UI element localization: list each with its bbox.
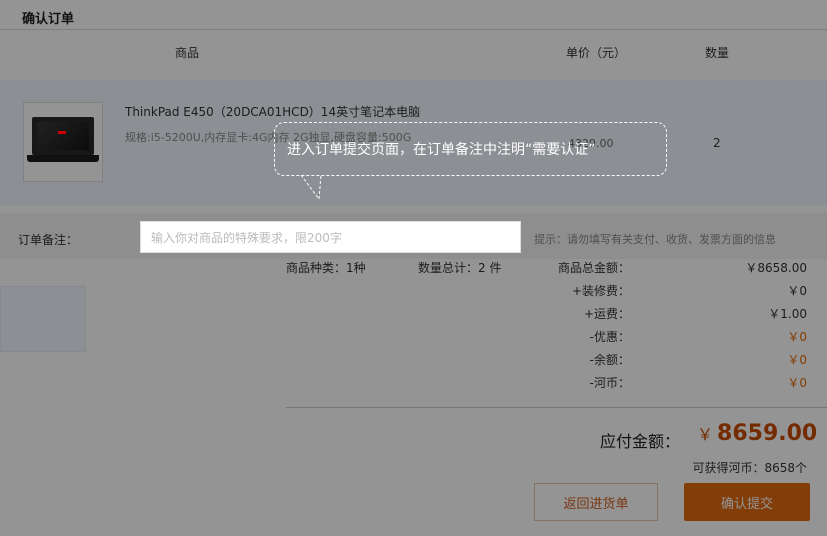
product-quantity: 2 [713, 136, 721, 150]
payable-amount: ￥ 8659.00 [697, 421, 817, 446]
back-to-cart-button[interactable]: 返回进货单 [534, 483, 658, 521]
laptop-base [27, 155, 99, 162]
section-header: 确认订单 [0, 0, 827, 30]
table-header: 商品 单价（元） 数量 [0, 30, 827, 74]
order-confirm-page: 确认订单 商品 单价（元） 数量 ThinkPad E450（20DCA01HC… [0, 0, 827, 536]
payable-label: 应付金额： [600, 432, 681, 451]
header-unit-price: 单价（元） [566, 46, 627, 60]
summary-value: ￥0 [787, 284, 807, 298]
bubble-tail-icon [300, 175, 322, 201]
summary-label: -优惠： [589, 330, 630, 344]
confirm-submit-button[interactable]: 确认提交 [684, 483, 810, 521]
product-name[interactable]: ThinkPad E450（20DCA01HCD）14英寸笔记本电脑 [125, 103, 420, 120]
payable-currency: ￥ [697, 425, 714, 444]
side-panel [0, 286, 86, 352]
order-note-hint: 提示：请勿填写有关支付、收货、发票方面的信息 [534, 233, 776, 246]
laptop-logo [58, 131, 66, 134]
summary-divider [286, 407, 827, 408]
summary-label: -余额： [589, 353, 630, 367]
summary-value: ￥8658.00 [745, 261, 807, 275]
summary-value: ￥0 [787, 376, 807, 390]
summary-value: ￥0 [787, 353, 807, 367]
guide-bubble: 进入订单提交页面，在订单备注中注明“需要认证” [274, 122, 667, 201]
order-note-label: 订单备注： [18, 233, 79, 247]
total-quantity: 数量总计：2 件 [418, 261, 502, 275]
order-note-input[interactable]: 输入你对商品的特殊要求，限200字 [140, 221, 521, 253]
summary-label: 商品总金额： [557, 261, 630, 275]
guide-text: 进入订单提交页面，在订单备注中注明“需要认证” [287, 142, 596, 158]
section-title: 确认订单 [22, 12, 75, 27]
summary-label: +装修费： [571, 284, 630, 298]
summary-value: ￥1.00 [768, 307, 807, 321]
earn-coins: 可获得河币：8658个 [692, 461, 807, 475]
product-kinds: 商品种类：1种 [286, 261, 366, 275]
header-quantity: 数量 [705, 46, 730, 60]
payable-amount-value: 8659.00 [717, 421, 818, 446]
summary-value: ￥0 [787, 330, 807, 344]
summary-label: -河币： [589, 376, 630, 390]
header-product: 商品 [175, 46, 200, 60]
laptop-image [32, 117, 94, 155]
summary-label: +运费： [583, 307, 630, 321]
product-image[interactable] [23, 102, 103, 182]
